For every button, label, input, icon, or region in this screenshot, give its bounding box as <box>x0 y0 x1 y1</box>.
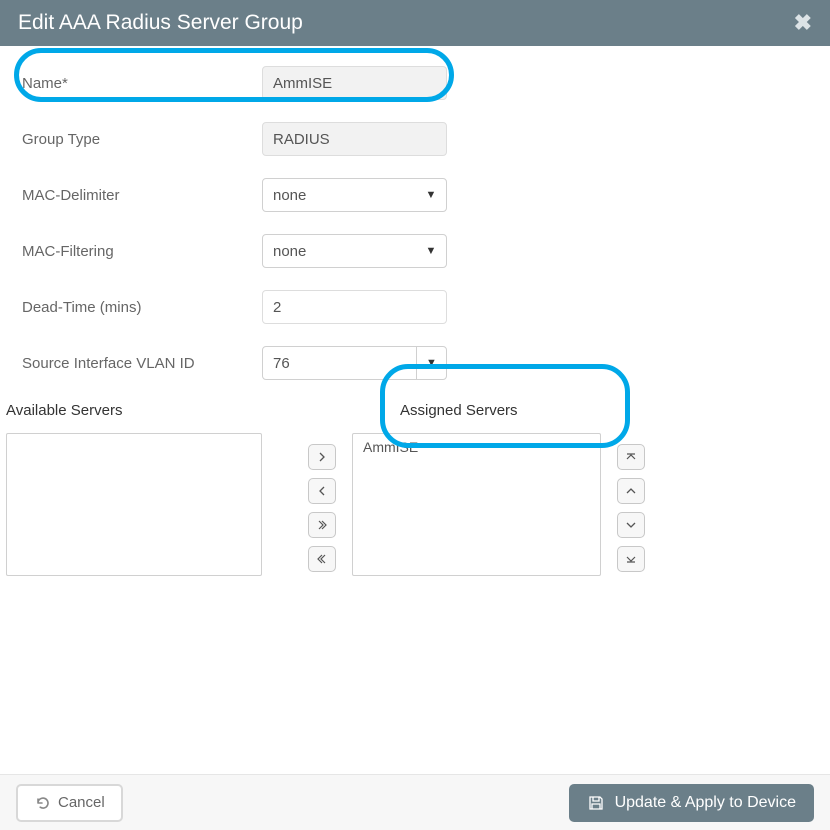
available-column: Available Servers <box>6 402 262 576</box>
dialog-footer: Cancel Update & Apply to Device <box>0 774 830 830</box>
move-all-right-button[interactable] <box>308 512 336 538</box>
move-bottom-button[interactable] <box>617 546 645 572</box>
move-right-button[interactable] <box>308 444 336 470</box>
double-chevron-left-icon <box>316 553 328 565</box>
mac-filtering-value: none <box>263 243 416 260</box>
close-icon[interactable]: ✖ <box>794 10 812 36</box>
move-up-button[interactable] <box>617 478 645 504</box>
available-servers-listbox[interactable] <box>6 433 262 576</box>
mac-filtering-row: MAC-Filtering none ▼ <box>0 234 830 268</box>
move-left-button[interactable] <box>308 478 336 504</box>
name-row: Name* <box>0 66 830 100</box>
chevron-right-icon <box>316 451 328 463</box>
mac-delimiter-dropdown[interactable]: none ▼ <box>262 178 447 212</box>
move-all-left-button[interactable] <box>308 546 336 572</box>
mac-delimiter-value: none <box>263 187 416 204</box>
dead-time-row: Dead-Time (mins) <box>0 290 830 324</box>
save-icon <box>587 794 605 812</box>
move-buttons <box>308 444 336 572</box>
chevron-bottom-icon <box>625 553 637 565</box>
cancel-button[interactable]: Cancel <box>16 784 123 822</box>
available-servers-label: Available Servers <box>6 402 262 419</box>
assigned-column: Assigned Servers AmmISE <box>352 402 601 576</box>
assigned-servers-listbox[interactable]: AmmISE <box>352 433 601 576</box>
undo-icon <box>34 794 52 812</box>
double-chevron-right-icon <box>316 519 328 531</box>
update-apply-button[interactable]: Update & Apply to Device <box>569 784 814 822</box>
chevron-up-icon <box>625 485 637 497</box>
assigned-servers-label: Assigned Servers <box>352 402 601 419</box>
move-down-button[interactable] <box>617 512 645 538</box>
chevron-left-icon <box>316 485 328 497</box>
name-label: Name* <box>22 75 262 92</box>
mac-delimiter-row: MAC-Delimiter none ▼ <box>0 178 830 212</box>
chevron-down-icon: ▼ <box>416 189 446 201</box>
group-type-input <box>262 122 447 156</box>
chevron-down-icon: ▼ <box>416 245 446 257</box>
chevron-top-icon <box>625 451 637 463</box>
mac-filtering-label: MAC-Filtering <box>22 243 262 260</box>
source-vlan-row: Source Interface VLAN ID 76 ▼ <box>0 346 830 380</box>
mac-filtering-dropdown[interactable]: none ▼ <box>262 234 447 268</box>
order-buttons <box>617 444 645 572</box>
source-vlan-value: 76 <box>263 355 416 372</box>
dialog-title: Edit AAA Radius Server Group <box>18 11 303 35</box>
name-input[interactable] <box>262 66 447 100</box>
group-type-label: Group Type <box>22 131 262 148</box>
group-type-row: Group Type <box>0 122 830 156</box>
list-item[interactable]: AmmISE <box>353 434 600 460</box>
dialog-body: Name* Group Type MAC-Delimiter none ▼ MA… <box>0 46 830 576</box>
move-top-button[interactable] <box>617 444 645 470</box>
dead-time-label: Dead-Time (mins) <box>22 299 262 316</box>
chevron-down-icon <box>625 519 637 531</box>
chevron-down-icon: ▼ <box>416 347 446 379</box>
source-vlan-label: Source Interface VLAN ID <box>22 355 262 372</box>
update-apply-label: Update & Apply to Device <box>615 794 796 812</box>
dead-time-input[interactable] <box>262 290 447 324</box>
servers-section: Available Servers Assigned Servers AmmIS… <box>0 402 830 576</box>
dialog-header: Edit AAA Radius Server Group ✖ <box>0 0 830 46</box>
mac-delimiter-label: MAC-Delimiter <box>22 187 262 204</box>
cancel-label: Cancel <box>58 794 105 811</box>
source-vlan-dropdown[interactable]: 76 ▼ <box>262 346 447 380</box>
